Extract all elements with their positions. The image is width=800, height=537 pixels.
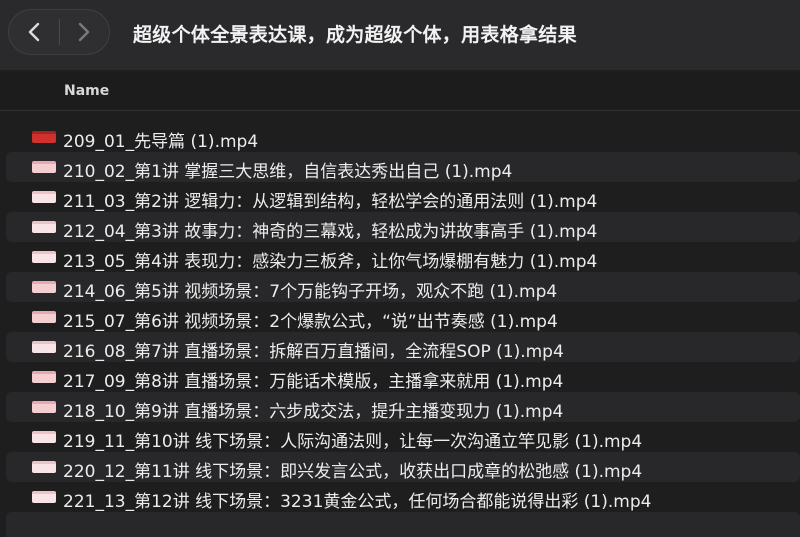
video-file-icon — [32, 461, 56, 473]
video-file-icon — [32, 491, 56, 503]
video-file-icon — [32, 221, 56, 233]
video-file-icon — [32, 191, 56, 203]
video-file-icon — [32, 431, 56, 443]
video-file-icon — [32, 341, 56, 353]
video-file-icon — [32, 131, 56, 143]
file-row[interactable]: 219_11_第10讲 线下场景：人际沟通法则，让每一次沟通立竿见影 (1).m… — [6, 422, 800, 452]
file-row[interactable]: 221_13_第12讲 线下场景：3231黄金公式，任何场合都能说得出彩 (1)… — [6, 482, 800, 512]
file-row[interactable]: 210_02_第1讲 掌握三大思维，自信表达秀出自己 (1).mp4 — [6, 152, 800, 182]
file-row[interactable]: 215_07_第6讲 视频场景：2个爆款公式，“说”出节奏感 (1).mp4 — [6, 302, 800, 332]
file-name: 211_03_第2讲 逻辑力：从逻辑到结构，轻松学会的通用法则 (1).mp4 — [63, 192, 598, 212]
file-name: 214_06_第5讲 视频场景：7个万能钩子开场，观众不跑 (1).mp4 — [63, 282, 558, 302]
file-name: 220_12_第11讲 线下场景：即兴发言公式，收获出口成章的松弛感 (1).m… — [63, 462, 643, 482]
file-name: 217_09_第8讲 直播场景：万能话术模版，主播拿来就用 (1).mp4 — [63, 372, 564, 392]
video-file-icon — [32, 401, 56, 413]
file-row[interactable]: 218_10_第9讲 直播场景：六步成交法，提升主播变现力 (1).mp4 — [6, 392, 800, 422]
file-row[interactable]: 209_01_先导篇 (1).mp4 — [6, 122, 800, 152]
file-list: 209_01_先导篇 (1).mp4 210_02_第1讲 掌握三大思维，自信表达… — [0, 122, 800, 512]
file-name: 215_07_第6讲 视频场景：2个爆款公式，“说”出节奏感 (1).mp4 — [63, 312, 558, 332]
name-column-header[interactable]: Name — [64, 83, 109, 99]
file-row[interactable]: 217_09_第8讲 直播场景：万能话术模版，主播拿来就用 (1).mp4 — [6, 362, 800, 392]
file-row[interactable]: 213_05_第4讲 表现力：感染力三板斧，让你气场爆棚有魅力 (1).mp4 — [6, 242, 800, 272]
file-name: 210_02_第1讲 掌握三大思维，自信表达秀出自己 (1).mp4 — [63, 162, 513, 182]
video-file-icon — [32, 371, 56, 383]
column-header: Name — [0, 73, 800, 111]
toolbar: 超级个体全景表达课，成为超级个体，用表格拿结果 — [0, 0, 800, 70]
file-name: 219_11_第10讲 线下场景：人际沟通法则，让每一次沟通立竿见影 (1).m… — [63, 432, 643, 452]
video-file-icon — [32, 281, 56, 293]
back-button[interactable] — [9, 10, 59, 54]
video-file-icon — [32, 161, 56, 173]
file-row[interactable]: 220_12_第11讲 线下场景：即兴发言公式，收获出口成章的松弛感 (1).m… — [6, 452, 800, 482]
empty-row — [6, 512, 800, 537]
window-title: 超级个体全景表达课，成为超级个体，用表格拿结果 — [133, 24, 577, 46]
finder-window: 超级个体全景表达课，成为超级个体，用表格拿结果 Name 209_01_先导篇 … — [0, 0, 800, 537]
file-name: 218_10_第9讲 直播场景：六步成交法，提升主播变现力 (1).mp4 — [63, 402, 564, 422]
video-file-icon — [32, 311, 56, 323]
navigation-group — [8, 9, 110, 55]
file-row[interactable]: 214_06_第5讲 视频场景：7个万能钩子开场，观众不跑 (1).mp4 — [6, 272, 800, 302]
file-row[interactable]: 211_03_第2讲 逻辑力：从逻辑到结构，轻松学会的通用法则 (1).mp4 — [6, 182, 800, 212]
file-name: 216_08_第7讲 直播场景：拆解百万直播间，全流程SOP (1).mp4 — [63, 342, 564, 362]
file-name: 213_05_第4讲 表现力：感染力三板斧，让你气场爆棚有魅力 (1).mp4 — [63, 252, 598, 272]
chevron-right-icon — [79, 22, 90, 42]
file-name: 212_04_第3讲 故事力：神奇的三幕戏，轻松成为讲故事高手 (1).mp4 — [63, 222, 598, 242]
video-file-icon — [32, 251, 56, 263]
file-name: 209_01_先导篇 (1).mp4 — [63, 132, 259, 152]
file-name: 221_13_第12讲 线下场景：3231黄金公式，任何场合都能说得出彩 (1)… — [63, 492, 652, 512]
file-row[interactable]: 216_08_第7讲 直播场景：拆解百万直播间，全流程SOP (1).mp4 — [6, 332, 800, 362]
chevron-left-icon — [28, 22, 39, 42]
file-row[interactable]: 212_04_第3讲 故事力：神奇的三幕戏，轻松成为讲故事高手 (1).mp4 — [6, 212, 800, 242]
forward-button[interactable] — [59, 10, 109, 54]
